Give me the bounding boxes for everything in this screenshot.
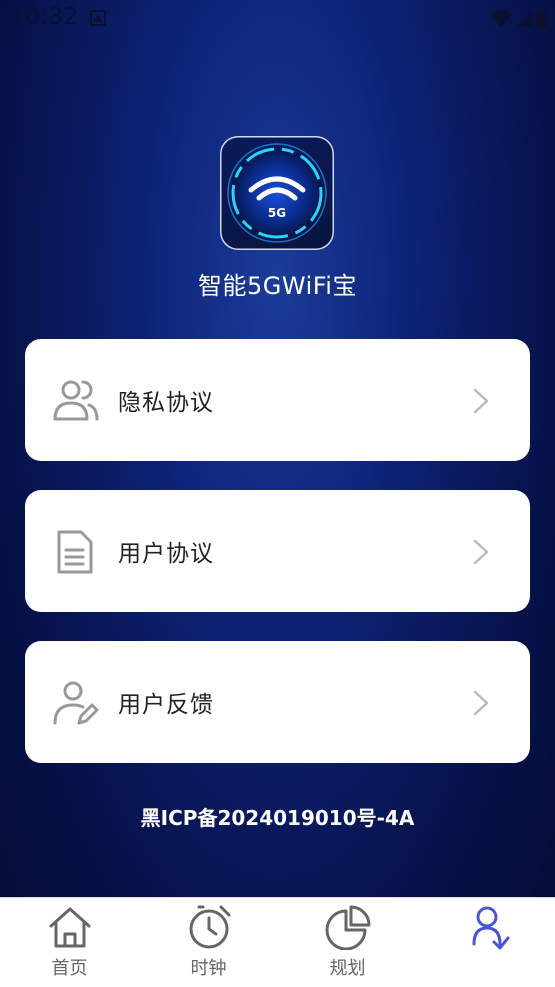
battery-icon bbox=[536, 9, 547, 29]
bottom-tab-bar: 首页 时钟 规划 bbox=[0, 897, 555, 987]
app-name: 智能5GWiFi宝 bbox=[198, 272, 357, 300]
tab-home[interactable]: 首页 bbox=[0, 898, 139, 987]
pie-chart-icon bbox=[325, 905, 371, 950]
profile-icon bbox=[472, 906, 510, 950]
tab-label: 首页 bbox=[51, 958, 88, 979]
status-time: 10:32 bbox=[10, 4, 79, 30]
home-icon bbox=[49, 907, 91, 948]
signal-icon bbox=[517, 11, 532, 27]
alarm-clock-icon bbox=[189, 905, 231, 949]
menu-item-label: 用户反馈 bbox=[118, 692, 214, 718]
chevron-right-icon bbox=[473, 388, 489, 414]
tab-profile[interactable] bbox=[417, 898, 555, 987]
tab-label: 规划 bbox=[329, 958, 366, 979]
tab-label: 时钟 bbox=[190, 958, 227, 979]
tab-clock[interactable]: 时钟 bbox=[139, 898, 278, 987]
menu-item-label: 隐私协议 bbox=[118, 390, 214, 416]
users-icon bbox=[53, 380, 99, 421]
menu-item-privacy-policy[interactable]: 隐私协议 bbox=[25, 339, 530, 461]
wifi-status-icon bbox=[490, 10, 512, 27]
document-icon bbox=[57, 530, 93, 574]
user-edit-icon bbox=[53, 681, 99, 725]
menu-item-user-agreement[interactable]: 用户协议 bbox=[25, 490, 530, 612]
app-logo: 5G bbox=[220, 136, 334, 250]
status-icons bbox=[490, 9, 547, 29]
menu-item-label: 用户协议 bbox=[118, 541, 214, 567]
chevron-right-icon bbox=[473, 690, 489, 716]
notification-icon bbox=[90, 10, 106, 26]
icp-registration-text: 黑ICP备2024019010号-4A bbox=[140, 806, 415, 830]
logo-badge-text: 5G bbox=[268, 206, 286, 220]
status-bar: 10:32 bbox=[0, 0, 555, 38]
wifi-5g-logo-icon: 5G bbox=[227, 143, 327, 243]
menu-item-user-feedback[interactable]: 用户反馈 bbox=[25, 641, 530, 763]
chevron-right-icon bbox=[473, 539, 489, 565]
tab-plan[interactable]: 规划 bbox=[278, 898, 417, 987]
